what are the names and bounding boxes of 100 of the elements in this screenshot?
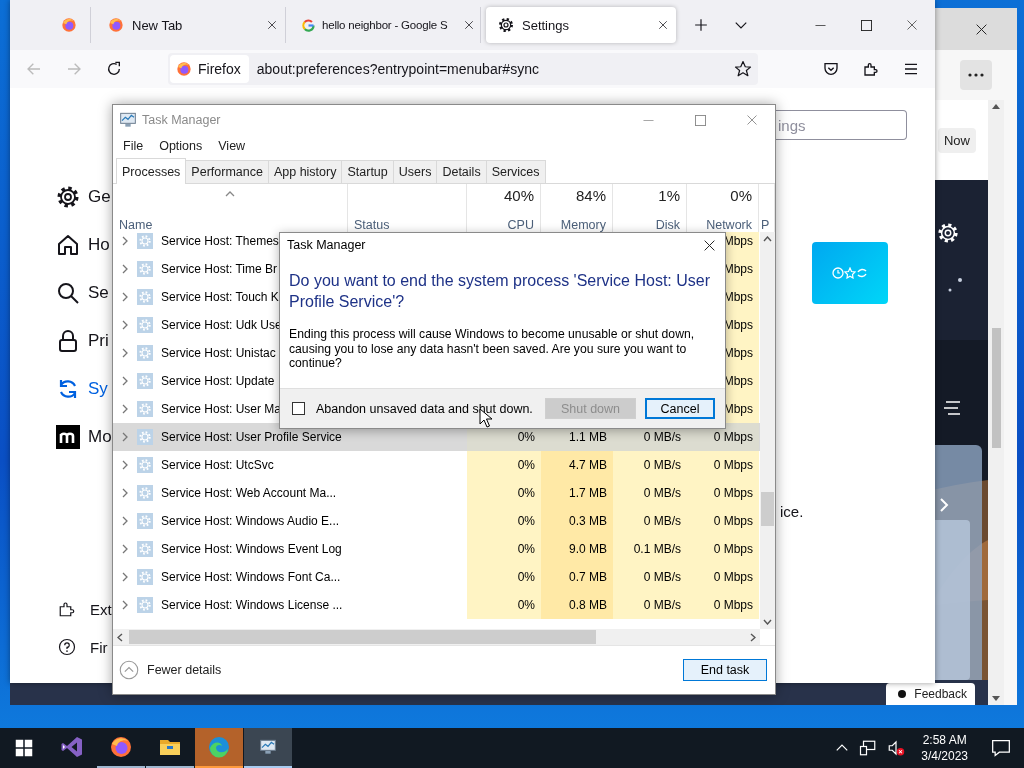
menu-item[interactable]: File xyxy=(118,137,149,155)
browser-logo-icon xyxy=(60,17,77,33)
process-row[interactable]: Service Host: UtcSvc 0% 4.7 MB 0 MB/s 0 Mbps xyxy=(113,451,760,479)
tab[interactable]: Details xyxy=(436,160,487,183)
browser-logo-icon xyxy=(176,61,192,77)
column-header[interactable]: P xyxy=(761,218,773,232)
scrollbar[interactable] xyxy=(760,232,775,629)
gear-icon xyxy=(937,222,959,244)
tab[interactable]: Performance xyxy=(185,160,269,183)
clock[interactable]: 2:58 AM 3/4/2023 xyxy=(913,732,976,764)
browser-logo-icon xyxy=(109,735,133,759)
process-name: Service Host: Windows Audio E... xyxy=(161,514,340,528)
browser-tab[interactable]: hello neighbor - Google S xyxy=(291,7,481,43)
menu-item[interactable]: View xyxy=(213,137,251,155)
sidebar-item[interactable]: Mo xyxy=(56,413,112,461)
scrollbar-thumb[interactable] xyxy=(761,492,774,526)
message-icon xyxy=(991,738,1011,758)
gear-icon xyxy=(498,17,514,33)
expand-icon[interactable] xyxy=(121,572,129,582)
sidebar-item[interactable]: Sy xyxy=(56,365,108,413)
monitor-chart-icon xyxy=(120,112,136,128)
wave-logo-icon xyxy=(207,735,231,759)
tab[interactable]: App history xyxy=(267,160,343,183)
column-header[interactable]: Name xyxy=(119,218,341,232)
process-name: Service Host: Touch K xyxy=(161,290,279,304)
column-header[interactable]: Disk xyxy=(655,218,680,232)
service-gear-icon xyxy=(137,261,153,277)
tab[interactable]: Processes xyxy=(116,158,187,184)
sidebar-item[interactable]: Pri xyxy=(56,317,109,365)
more-button[interactable] xyxy=(960,60,992,90)
expand-icon[interactable] xyxy=(121,488,129,498)
process-row[interactable]: Service Host: Windows Font Ca... 0% 0.7 MB 0 MB/s 0 Mbps xyxy=(113,563,760,591)
tab[interactable]: Services xyxy=(485,160,546,183)
expand-icon[interactable] xyxy=(121,348,129,358)
process-row[interactable]: Service Host: Windows Event Log 0% 9.0 MB 0.1 MB/s 0 Mbps xyxy=(113,535,760,563)
usage-percent: 84% xyxy=(575,187,606,204)
fewer-details-button[interactable]: Fewer details xyxy=(119,660,222,680)
close-icon[interactable] xyxy=(658,20,668,30)
sidebar-link[interactable]: Fir xyxy=(58,638,108,656)
expand-icon[interactable] xyxy=(121,292,129,302)
process-name: Service Host: Windows License ... xyxy=(161,598,343,612)
table-cell: 1.7 MB xyxy=(541,479,613,507)
expand-icon[interactable] xyxy=(121,320,129,330)
scrollbar-thumb[interactable] xyxy=(129,630,596,644)
browser-tab[interactable]: Settings xyxy=(486,7,676,43)
expand-icon[interactable] xyxy=(121,236,129,246)
expand-icon[interactable] xyxy=(121,432,129,442)
table-cell: 0 Mbps xyxy=(687,591,759,619)
scrollbar[interactable] xyxy=(988,100,1004,705)
expand-icon[interactable] xyxy=(121,460,129,470)
column-header[interactable]: CPU xyxy=(507,218,534,232)
feedback-button[interactable]: Feedback xyxy=(886,683,975,705)
menu-item[interactable]: Options xyxy=(154,137,208,155)
column-header[interactable]: Status xyxy=(354,218,460,232)
close-icon[interactable] xyxy=(464,20,474,30)
tab[interactable]: Startup xyxy=(341,160,394,183)
gear-icon xyxy=(56,185,80,209)
close-icon[interactable] xyxy=(974,22,988,36)
star-icon[interactable] xyxy=(734,60,752,78)
end-task-button[interactable]: End task xyxy=(683,659,767,681)
expand-icon[interactable] xyxy=(121,264,129,274)
address-bar[interactable]: Firefox about:preferences?entrypoint=menubar#sync xyxy=(168,53,758,85)
browser-tab[interactable]: New Tab xyxy=(96,7,286,43)
table-cell: 0 Mbps xyxy=(687,479,759,507)
sidebar-item[interactable]: Se xyxy=(56,269,109,317)
dialog-button[interactable]: Cancel xyxy=(645,398,715,419)
chevron-right-icon[interactable] xyxy=(938,498,950,512)
body-text: ice. xyxy=(780,503,804,520)
process-row[interactable]: Service Host: Web Account Ma... 0% 1.7 MB 0 MB/s 0 Mbps xyxy=(113,479,760,507)
expand-icon[interactable] xyxy=(121,516,129,526)
expand-icon[interactable] xyxy=(121,404,129,414)
now-button[interactable]: Now xyxy=(938,127,976,153)
expand-icon[interactable] xyxy=(121,376,129,386)
monitor-chart-icon xyxy=(260,739,276,755)
close-icon[interactable] xyxy=(267,20,277,30)
sidebar-link[interactable]: Ext xyxy=(58,600,112,618)
expand-icon[interactable] xyxy=(121,544,129,554)
sort-caret-icon[interactable] xyxy=(225,191,235,197)
time-text: 2:58 AM xyxy=(922,732,967,748)
table-cell: 0 MB/s xyxy=(613,563,687,591)
process-row[interactable]: Service Host: Windows License ... 0% 0.8 MB 0 MB/s 0 Mbps xyxy=(113,591,760,619)
identity-button[interactable]: Firefox xyxy=(170,55,249,83)
sidebar-item[interactable]: Ho xyxy=(56,221,110,269)
process-row[interactable]: Service Host: Windows Audio E... 0% 0.3 MB 0 MB/s 0 Mbps xyxy=(113,507,760,535)
scrollbar[interactable] xyxy=(113,629,760,645)
table-cell: 0 MB/s xyxy=(613,451,687,479)
table-cell: 0.7 MB xyxy=(541,563,613,591)
scrollbar-thumb[interactable] xyxy=(991,327,1001,448)
column-header[interactable]: Network xyxy=(706,218,752,232)
process-name: Service Host: Windows Event Log xyxy=(161,542,342,556)
close-icon[interactable] xyxy=(702,238,716,252)
menu-icon[interactable] xyxy=(942,400,962,416)
column-header[interactable]: Memory xyxy=(560,218,606,232)
sidebar-item[interactable]: Ge xyxy=(56,173,111,221)
taskbar-app-button[interactable] xyxy=(244,728,292,768)
table-cell: 0% xyxy=(467,535,541,563)
puzzle-icon xyxy=(58,600,76,618)
network-icon xyxy=(859,739,878,757)
expand-icon[interactable] xyxy=(121,600,129,610)
tab[interactable]: Users xyxy=(392,160,438,183)
